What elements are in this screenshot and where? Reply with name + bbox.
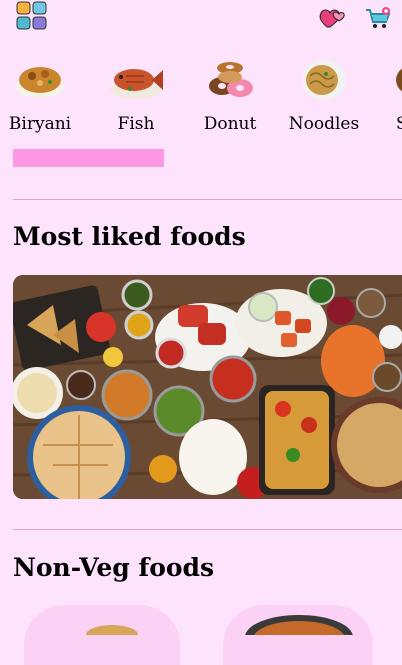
category-more[interactable]: S xyxy=(366,56,402,134)
non-veg-card[interactable] xyxy=(24,605,180,665)
food-spread-illustration xyxy=(13,275,402,499)
most-liked-food-image[interactable] xyxy=(13,275,402,499)
category-biryani[interactable]: Biryani xyxy=(0,56,80,134)
donut-icon xyxy=(209,62,253,97)
fish-icon xyxy=(110,69,163,99)
category-donut[interactable]: Donut xyxy=(190,56,270,134)
category-label: S xyxy=(396,114,402,134)
favorites-heart-icon[interactable] xyxy=(318,6,346,30)
biryani-icon xyxy=(15,67,65,98)
category-label: Noodles xyxy=(288,114,360,134)
noodles-icon xyxy=(302,60,346,100)
category-strip[interactable]: Biryani Fish Donut Noodles S xyxy=(0,56,402,136)
category-label: Donut xyxy=(203,114,257,134)
top-bar xyxy=(0,0,402,40)
divider xyxy=(13,199,402,200)
cart-icon[interactable] xyxy=(364,6,392,32)
non-veg-food-image xyxy=(245,615,353,659)
non-veg-food-image xyxy=(86,625,138,645)
category-scroll-indicator[interactable] xyxy=(13,149,164,167)
section-title-most-liked: Most liked foods xyxy=(13,222,246,251)
category-label: Fish xyxy=(117,114,155,134)
category-fish[interactable]: Fish xyxy=(96,56,176,134)
app-grid-icon[interactable] xyxy=(16,1,48,31)
non-veg-card[interactable] xyxy=(223,605,373,665)
food-icon xyxy=(396,68,402,92)
category-label: Biryani xyxy=(8,114,72,134)
category-noodles[interactable]: Noodles xyxy=(284,56,364,134)
divider xyxy=(13,529,402,530)
section-title-non-veg: Non-Veg foods xyxy=(13,553,215,582)
